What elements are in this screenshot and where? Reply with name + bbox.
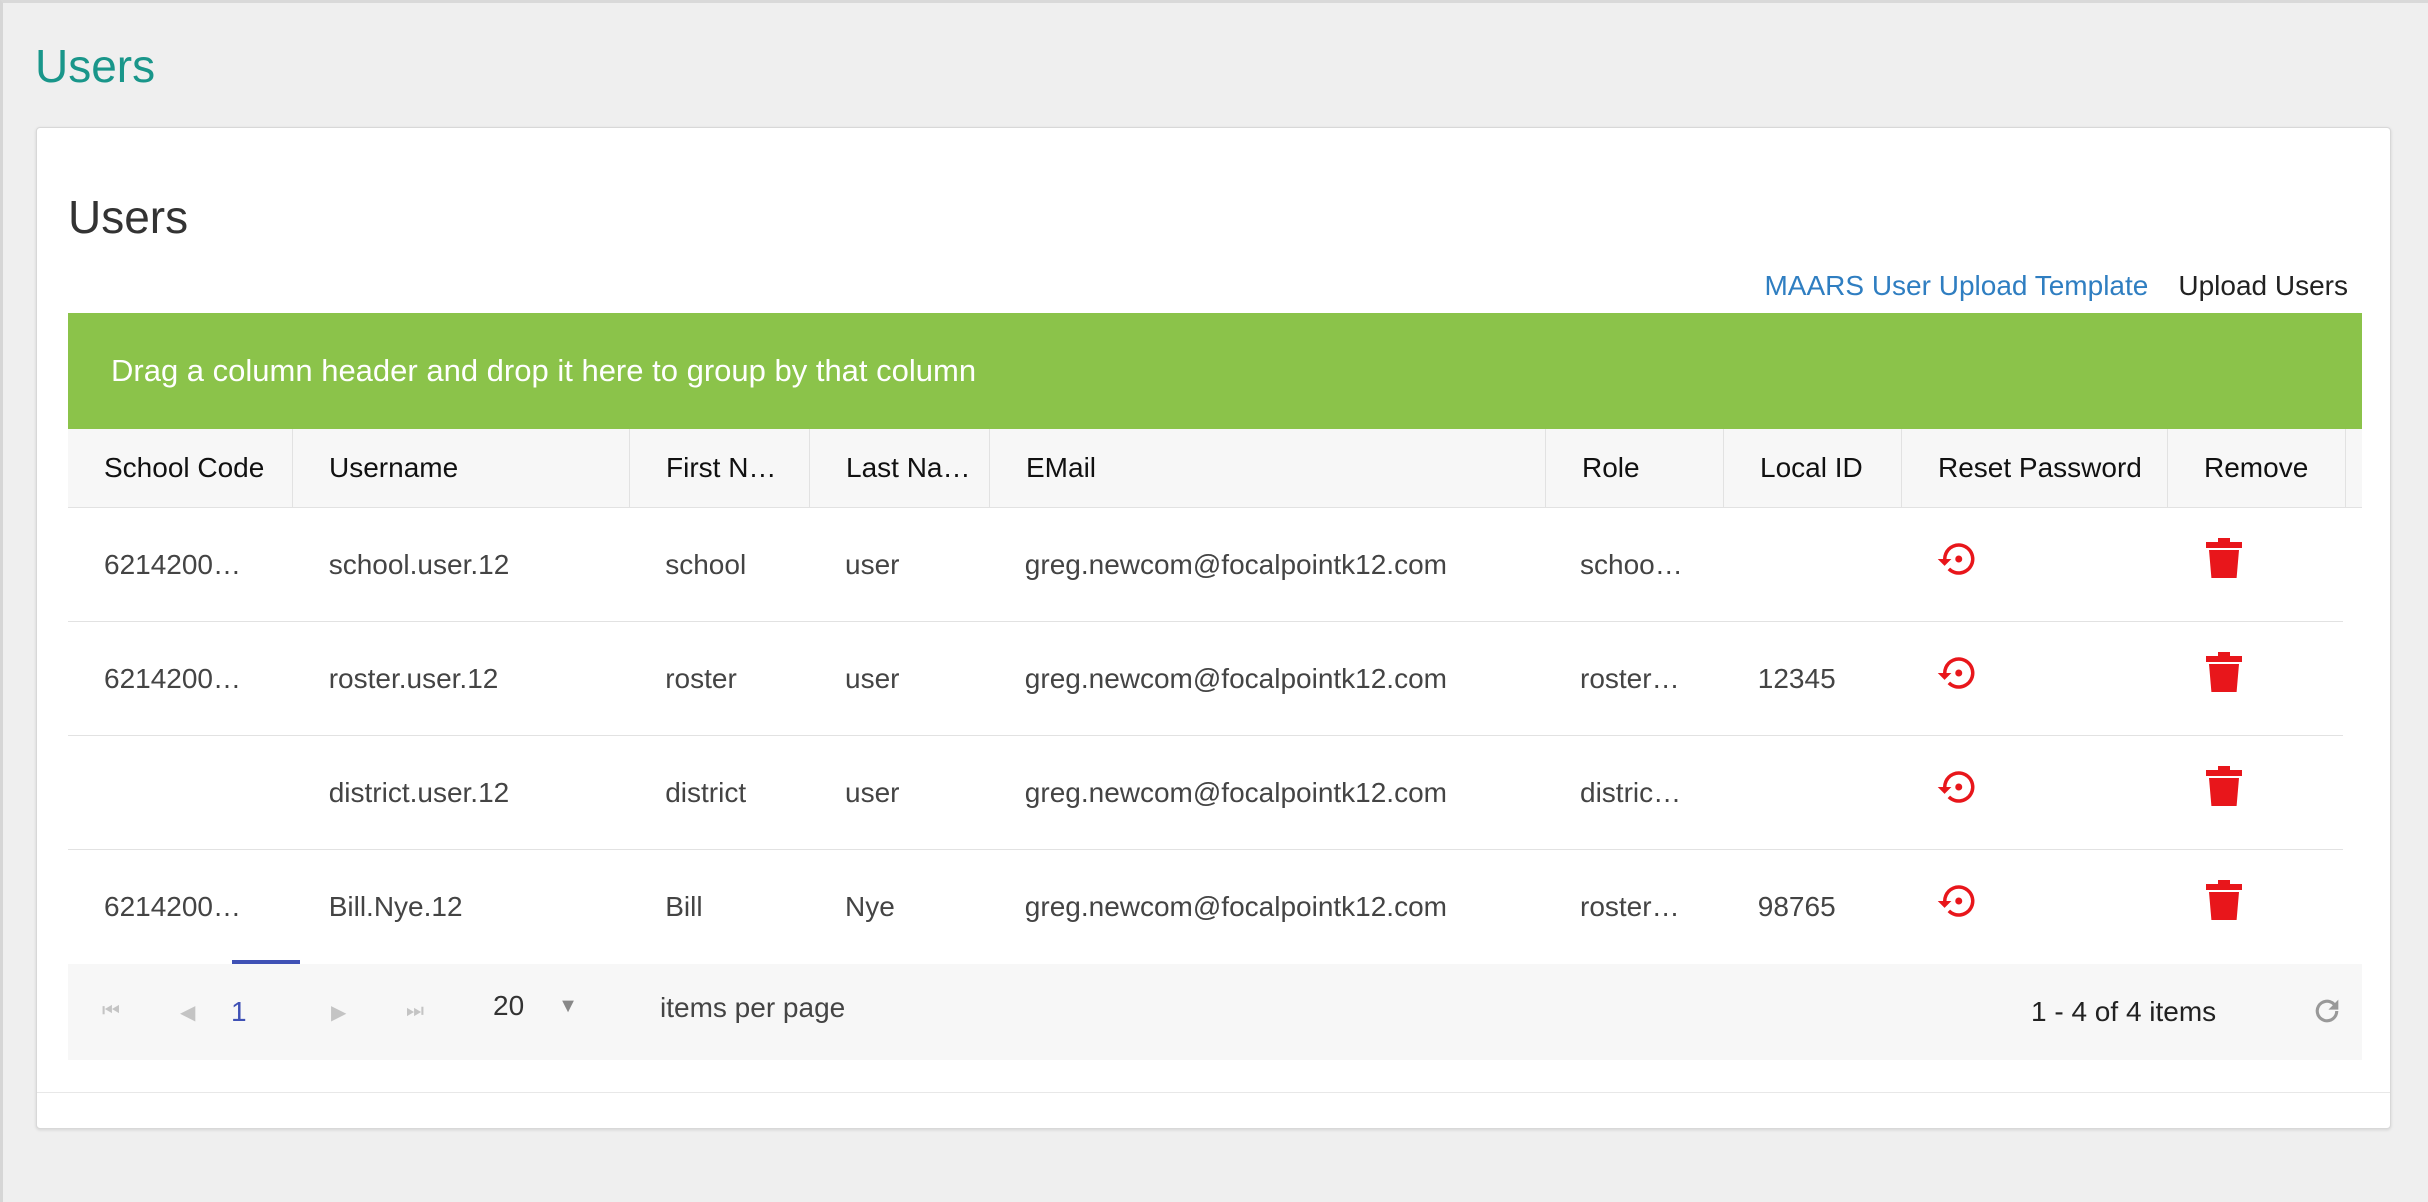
table-row: district.user.12 district user greg.newc… [68, 736, 2343, 850]
cell-email: greg.newcom@focalpointk12.com [1024, 662, 1447, 694]
column-header-role[interactable]: Role [1546, 429, 1724, 507]
column-header-local-id[interactable]: Local ID [1724, 429, 1902, 507]
cell-school-code: 6214200… [104, 891, 242, 922]
reset-password-icon[interactable] [1936, 538, 1978, 587]
upload-template-link[interactable]: MAARS User Upload Template [1764, 270, 2148, 302]
toolbar-links: MAARS User Upload Template Upload Users [1764, 270, 2348, 302]
trash-icon[interactable] [2206, 766, 2243, 813]
group-drop-area[interactable]: Drag a column header and drop it here to… [68, 313, 2362, 429]
trash-icon[interactable] [2206, 538, 2243, 585]
upload-users-link[interactable]: Upload Users [2178, 270, 2348, 302]
cell-username: roster.user.12 [328, 662, 499, 694]
cell-role: schoo… [1580, 548, 1683, 580]
cell-school-code: 6214200… [104, 548, 242, 580]
cell-username: school.user.12 [328, 548, 510, 580]
page-size-label: items per page [660, 992, 846, 1023]
trash-icon[interactable] [2206, 880, 2243, 927]
last-page-icon[interactable]: ⏭ [406, 1000, 424, 1023]
grid-header: School Code Username First N… Last Na… E… [68, 429, 2362, 508]
page-number-current[interactable]: 1 [231, 996, 247, 1028]
next-page-icon[interactable]: ▶ [331, 1000, 346, 1025]
reset-password-icon[interactable] [1936, 766, 1978, 815]
pager-info: 1 - 4 of 4 items [2031, 996, 2217, 1027]
cell-email: greg.newcom@focalpointk12.com [1024, 891, 1447, 922]
table-row: 6214200… Bill.Nye.12 Bill Nye greg.newco… [68, 850, 2343, 964]
cell-last-name: Nye [845, 891, 895, 922]
cell-reset-password [1900, 622, 2166, 735]
cell-email: greg.newcom@focalpointk12.com [1024, 776, 1447, 808]
page-title: Users [35, 40, 156, 92]
pager: ⏮ ◀ 1 ▶ ⏭ 20 ▼ items per page 1 - 4 of 4… [68, 960, 2362, 1060]
current-page-indicator [232, 960, 300, 964]
table-row: 6214200… roster.user.12 roster user greg… [68, 622, 2343, 736]
cell-email: greg.newcom@focalpointk12.com [1024, 548, 1447, 580]
cell-reset-password [1900, 850, 2166, 964]
cell-school-code: 6214200… [104, 662, 242, 694]
reset-password-icon[interactable] [1936, 880, 1978, 929]
cell-local-id: 98765 [1757, 891, 1836, 922]
cell-role: distric… [1580, 776, 1682, 808]
cell-reset-password [1900, 736, 2166, 849]
group-drop-hint: Drag a column header and drop it here to… [111, 353, 977, 388]
page-size-value: 20 [493, 990, 525, 1021]
cell-last-name: user [845, 548, 900, 580]
column-header-last-name[interactable]: Last Na… [810, 429, 990, 507]
cell-first-name: roster [665, 662, 737, 694]
cell-local-id: 12345 [1757, 662, 1836, 694]
cell-remove [2165, 508, 2343, 621]
refresh-icon[interactable] [2310, 994, 2344, 1033]
trash-icon[interactable] [2206, 652, 2243, 699]
cell-remove [2165, 850, 2343, 964]
column-header-spacer [2346, 429, 2362, 507]
first-page-icon[interactable]: ⏮ [102, 1000, 120, 1023]
cell-role: roster… [1580, 662, 1680, 694]
cell-role: roster… [1580, 891, 1680, 922]
previous-page-icon[interactable]: ◀ [180, 1000, 195, 1025]
card-footer-divider [37, 1092, 2390, 1093]
chevron-down-icon: ▼ [558, 994, 578, 1017]
reset-password-icon[interactable] [1936, 652, 1978, 701]
card-title: Users [68, 191, 189, 243]
cell-first-name: school [665, 548, 747, 580]
table-row: 6214200… school.user.12 school user greg… [68, 508, 2343, 622]
users-grid: Drag a column header and drop it here to… [68, 313, 2362, 1060]
cell-local-id [1722, 508, 1900, 621]
cell-first-name: district [665, 776, 747, 808]
column-header-school-code[interactable]: School Code [68, 429, 293, 507]
cell-last-name: user [845, 776, 900, 808]
cell-remove [2165, 736, 2343, 849]
column-header-first-name[interactable]: First N… [630, 429, 810, 507]
cell-username: Bill.Nye.12 [328, 891, 463, 922]
cell-last-name: user [845, 662, 900, 694]
column-header-remove[interactable]: Remove [2168, 429, 2346, 507]
users-card: Users MAARS User Upload Template Upload … [36, 127, 2391, 1129]
page-size-select[interactable]: 20 ▼ [493, 990, 578, 1022]
column-header-email[interactable]: EMail [990, 429, 1546, 507]
cell-remove [2165, 622, 2343, 735]
cell-first-name: Bill [665, 891, 703, 922]
cell-school-code [68, 736, 293, 849]
column-header-reset-password[interactable]: Reset Password [1902, 429, 2168, 507]
column-header-username[interactable]: Username [293, 429, 630, 507]
cell-username: district.user.12 [328, 776, 510, 808]
cell-local-id [1722, 736, 1900, 849]
cell-reset-password [1900, 508, 2166, 621]
